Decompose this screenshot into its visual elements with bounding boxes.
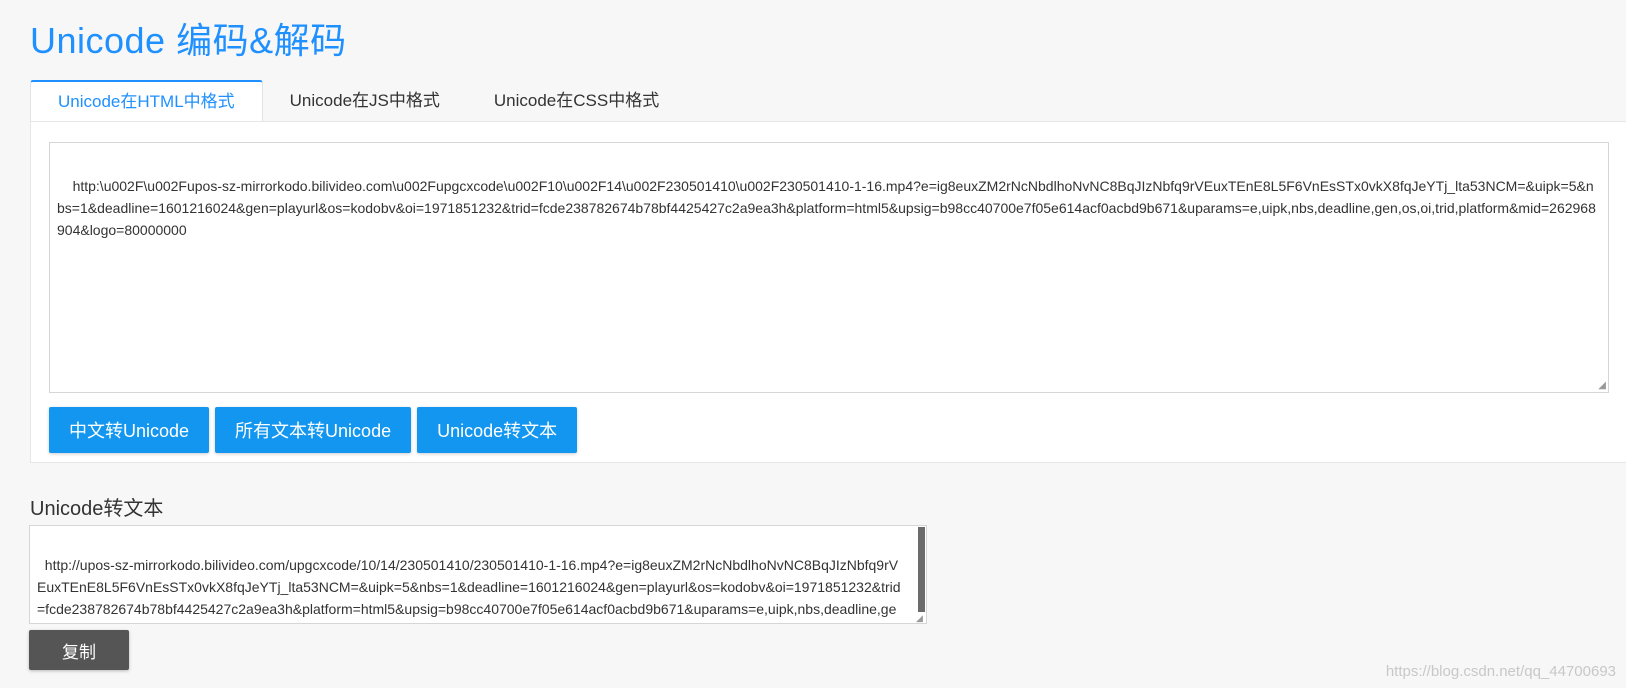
result-textarea[interactable]: http://upos-sz-mirrorkodo.bilivideo.com/… — [29, 525, 927, 624]
unicode-input-text: http:\u002F\u002Fupos-sz-mirrorkodo.bili… — [57, 178, 1596, 238]
copy-button[interactable]: 复制 — [29, 630, 129, 670]
tab-panel: http:\u002F\u002Fupos-sz-mirrorkodo.bili… — [30, 121, 1626, 463]
result-resize-grip-icon[interactable]: ◢ — [916, 614, 924, 623]
tab-css-format[interactable]: Unicode在CSS中格式 — [467, 80, 686, 122]
all-text-to-unicode-button[interactable]: 所有文本转Unicode — [215, 407, 412, 453]
chinese-to-unicode-button[interactable]: 中文转Unicode — [49, 407, 210, 453]
tab-html-format[interactable]: Unicode在HTML中格式 — [30, 80, 263, 122]
watermark: https://blog.csdn.net/qq_44700693 — [1385, 663, 1616, 680]
unicode-input-textarea[interactable]: http:\u002F\u002Fupos-sz-mirrorkodo.bili… — [49, 142, 1609, 393]
result-text: http://upos-sz-mirrorkodo.bilivideo.com/… — [37, 557, 901, 617]
tab-js-format[interactable]: Unicode在JS中格式 — [263, 80, 467, 122]
format-tabs: Unicode在HTML中格式 Unicode在JS中格式 Unicode在CS… — [30, 80, 686, 122]
page-title: Unicode 编码&解码 — [30, 20, 347, 61]
unicode-to-text-button[interactable]: Unicode转文本 — [417, 407, 578, 453]
action-buttons: 中文转Unicode 所有文本转Unicode Unicode转文本 — [49, 407, 578, 453]
result-scrollbar[interactable] — [918, 527, 925, 612]
resize-grip-icon[interactable]: ◢ — [1597, 381, 1606, 391]
result-section-label: Unicode转文本 — [30, 498, 164, 520]
